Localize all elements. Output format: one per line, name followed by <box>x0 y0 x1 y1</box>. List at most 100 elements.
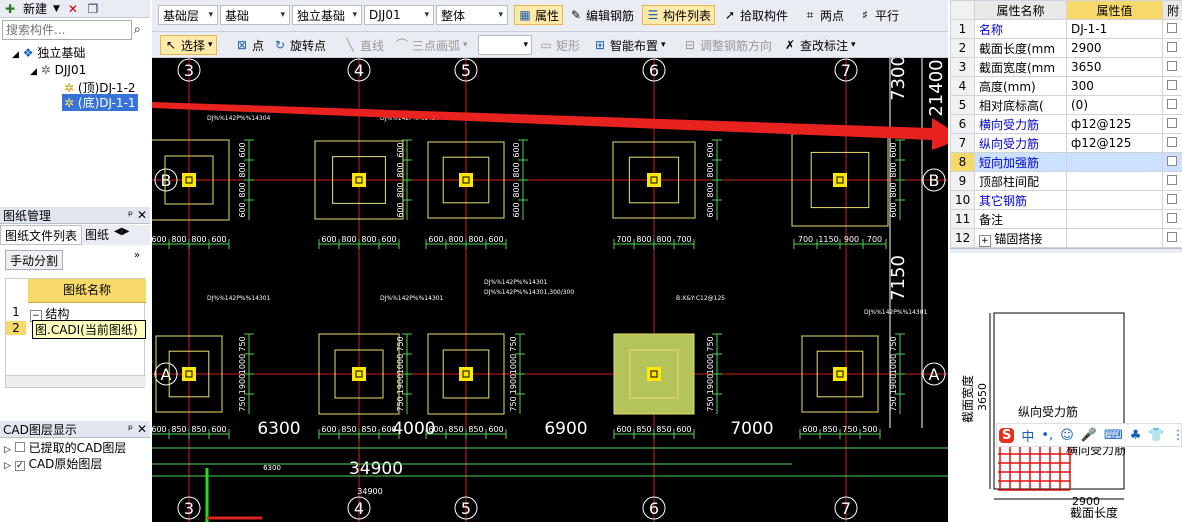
layer-row[interactable]: ▷ 已提取的CAD图层 <box>4 439 126 456</box>
search-input[interactable] <box>2 20 132 40</box>
attach-checkbox[interactable] <box>1167 23 1177 33</box>
tab-drawing[interactable]: 图纸 <box>82 225 112 245</box>
property-row[interactable]: 8 短向加强筋 <box>950 152 1182 172</box>
ime-toolbar[interactable]: S 中 •, ☺ 🎤 ⌨ ♣ 👕 ⋮ <box>996 423 1182 447</box>
split-button[interactable]: 手动分割 <box>5 250 64 270</box>
prop-value[interactable] <box>1066 209 1163 229</box>
property-row[interactable]: 3 截面宽度(mm 3650 <box>950 57 1182 77</box>
prop-value[interactable]: ф12@125 <box>1066 133 1163 153</box>
prop-attach[interactable] <box>1162 171 1182 191</box>
prop-value[interactable] <box>1066 228 1163 248</box>
close-icon[interactable]: ✕ <box>137 208 147 222</box>
property-row[interactable]: 11 备注 <box>950 209 1182 229</box>
prop-value[interactable]: 3650 <box>1066 57 1163 77</box>
shirt-icon[interactable]: 👕 <box>1148 428 1164 443</box>
prop-value[interactable] <box>1066 171 1163 191</box>
line-button[interactable]: ╲ 直线 <box>340 35 387 55</box>
property-row[interactable]: 2 截面长度(mm 2900 <box>950 38 1182 58</box>
prop-value[interactable]: 2900 <box>1066 38 1163 58</box>
parallel-button[interactable]: ♯ 平行 <box>855 5 902 25</box>
prop-attach[interactable] <box>1162 38 1182 58</box>
attach-checkbox[interactable] <box>1167 61 1177 71</box>
attach-checkbox[interactable] <box>1167 99 1177 109</box>
attr-button[interactable]: ▦ 属性 <box>514 5 564 25</box>
prop-attach[interactable] <box>1162 152 1182 172</box>
floor-select[interactable]: 基础层 ▾ <box>158 5 218 25</box>
item-select[interactable]: DJJ01 ▾ <box>364 5 434 25</box>
property-row[interactable]: 9 顶部柱间配 <box>950 171 1182 191</box>
mic-icon[interactable]: 🎤 <box>1081 428 1097 443</box>
select-button[interactable]: ↖ 选择 ▾ <box>160 35 217 55</box>
pin-icon[interactable]: ᵖ <box>128 422 133 436</box>
adjust-button[interactable]: ⊟ 调整钢筋方向 <box>680 35 775 55</box>
attach-checkbox[interactable] <box>1167 194 1177 204</box>
prop-attach[interactable] <box>1162 76 1182 96</box>
ime-lang[interactable]: 中 <box>1021 426 1034 445</box>
property-row[interactable]: 1 名称 DJ-1-1 <box>950 19 1182 39</box>
layer-row[interactable]: ▷ ✓ CAD原始图层 <box>4 455 102 472</box>
prop-attach[interactable] <box>1162 209 1182 229</box>
dropdown-arrow-icon[interactable]: ▼ <box>53 4 60 14</box>
prop-value[interactable] <box>1066 152 1163 172</box>
prop-value[interactable]: ф12@125 <box>1066 114 1163 134</box>
layer-checkbox-checked[interactable]: ✓ <box>14 461 25 471</box>
arc-button[interactable]: ⌒ 三点画弧 ▾ <box>392 35 471 55</box>
edit-rebar-button[interactable]: ✎ 编辑钢筋 <box>566 5 637 25</box>
prop-value[interactable]: (0) <box>1066 95 1163 115</box>
rect-button[interactable]: ▭ 矩形 <box>536 35 583 55</box>
new-icon[interactable]: ✚ <box>3 2 17 16</box>
attach-checkbox[interactable] <box>1167 156 1177 166</box>
attach-checkbox[interactable] <box>1167 232 1177 242</box>
prop-value[interactable]: DJ-1-1 <box>1066 19 1163 39</box>
prop-value[interactable] <box>1066 190 1163 210</box>
new-button[interactable]: 新建 <box>23 0 47 17</box>
comp-list-button[interactable]: ☰ 构件列表 <box>642 5 716 25</box>
attach-checkbox[interactable] <box>1167 118 1177 128</box>
prop-attach[interactable] <box>1162 57 1182 77</box>
tree-root[interactable]: ◢ ❖ 独立基础 <box>12 44 85 61</box>
check-button[interactable]: ✗ 查改标注 ▾ <box>780 35 859 55</box>
copy-icon[interactable]: ❐ <box>86 2 100 16</box>
h-scrollbar[interactable] <box>6 375 146 387</box>
search-icon[interactable]: ⌕ <box>134 22 141 37</box>
pin-icon[interactable]: ᵖ <box>128 208 133 222</box>
expand-icon[interactable]: » <box>134 250 140 261</box>
tree-item-selected[interactable]: ✲ (底)DJ-1-1 <box>62 94 138 111</box>
attach-checkbox[interactable] <box>1167 42 1177 52</box>
close-icon[interactable]: ✕ <box>137 422 147 436</box>
property-row[interactable]: 5 相对底标高( (0) <box>950 95 1182 115</box>
scope-select[interactable]: 整体 ▾ <box>436 5 508 25</box>
prop-attach[interactable] <box>1162 190 1182 210</box>
property-row[interactable]: 12 + 锚固搭接 <box>950 228 1182 248</box>
arc-param-select[interactable]: ▾ <box>478 35 532 55</box>
attach-checkbox[interactable] <box>1167 213 1177 223</box>
cad-drawing[interactable]: 3 3 4 4 5 5 6 6 7 7 B B A A 7300 21400 7150 600 800 800 600 6… <box>152 58 948 522</box>
property-row[interactable]: 10 其它钢筋 <box>950 190 1182 210</box>
list-item-current[interactable]: 图.CADI(当前图纸) <box>32 320 146 339</box>
prop-attach[interactable] <box>1162 228 1182 248</box>
tree-group[interactable]: ◢ ✲ DJJ01 <box>30 63 86 77</box>
tab-scroll-arrow-icon[interactable]: ◀▶ <box>112 225 131 245</box>
cad-canvas[interactable]: 3 3 4 4 5 5 6 6 7 7 B B A A 7300 21400 7150 600 800 800 600 6… <box>152 58 948 522</box>
two-point-button[interactable]: ⌗ 两点 <box>800 5 847 25</box>
emoji-icon[interactable]: ☺ <box>1060 428 1074 443</box>
grid-menu-icon[interactable]: ⋮ <box>1172 428 1182 443</box>
smart-button[interactable]: ⊞ 智能布置 ▾ <box>590 35 669 55</box>
rotate-point-button[interactable]: ↻ 旋转点 <box>270 35 329 55</box>
property-row[interactable]: 7 纵向受力筋 ф12@125 <box>950 133 1182 153</box>
tab-drawing-list[interactable]: 图纸文件列表 <box>0 225 83 245</box>
expand-icon[interactable]: + <box>979 234 991 247</box>
delete-icon[interactable]: ✕ <box>66 2 80 16</box>
prop-value[interactable]: 300 <box>1066 76 1163 96</box>
category-select[interactable]: 基础 ▾ <box>220 5 290 25</box>
prop-attach[interactable] <box>1162 95 1182 115</box>
property-row[interactable]: 4 高度(mm) 300 <box>950 76 1182 96</box>
prop-attach[interactable] <box>1162 133 1182 153</box>
attach-checkbox[interactable] <box>1167 137 1177 147</box>
prop-attach[interactable] <box>1162 19 1182 39</box>
keyboard-icon[interactable]: ⌨ <box>1104 428 1123 443</box>
attach-checkbox[interactable] <box>1167 175 1177 185</box>
skin-icon[interactable]: ♣ <box>1130 428 1142 443</box>
point-button[interactable]: ⊠ 点 <box>232 35 267 55</box>
attach-checkbox[interactable] <box>1167 80 1177 90</box>
